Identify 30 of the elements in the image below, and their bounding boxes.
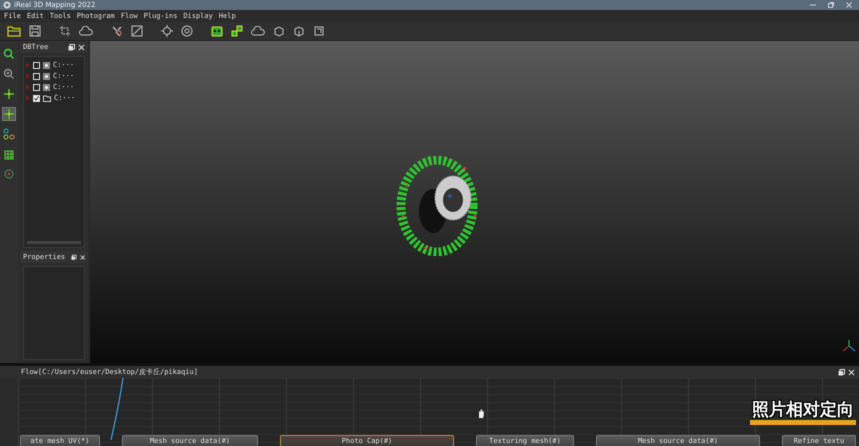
crosshair-icon[interactable] xyxy=(161,25,173,37)
float-icon[interactable] xyxy=(68,44,75,50)
point-cloud-icon xyxy=(43,62,50,68)
checkbox[interactable] xyxy=(33,94,40,102)
tool-button[interactable] xyxy=(2,167,16,181)
close-icon[interactable] xyxy=(80,254,85,260)
folder-icon[interactable] xyxy=(7,25,21,37)
hand-cursor-icon xyxy=(477,409,485,419)
folder-icon xyxy=(43,94,51,102)
tool-button[interactable] xyxy=(2,127,16,141)
close-icon[interactable] xyxy=(848,368,855,376)
save-icon[interactable] xyxy=(29,25,41,37)
axis-icon xyxy=(842,339,856,353)
cloud-icon[interactable] xyxy=(251,26,265,36)
cloud-icon[interactable] xyxy=(79,26,93,36)
camera-icon[interactable] xyxy=(211,25,223,37)
tool-button[interactable] xyxy=(2,87,16,101)
float-icon[interactable] xyxy=(838,368,845,376)
close-icon[interactable] xyxy=(78,44,85,50)
tool-button[interactable] xyxy=(2,67,16,81)
connector-line xyxy=(110,378,124,440)
target-icon[interactable] xyxy=(181,25,193,37)
subtitle-caption: 照片相对定向 xyxy=(750,400,856,425)
tool-button[interactable] xyxy=(2,47,16,61)
float-icon[interactable] xyxy=(71,254,77,260)
restore-icon[interactable] xyxy=(827,1,835,9)
crop-icon[interactable] xyxy=(59,25,71,37)
point-cloud-icon xyxy=(43,84,50,90)
tool-button[interactable] xyxy=(2,107,16,121)
point-cloud-icon xyxy=(43,72,50,80)
